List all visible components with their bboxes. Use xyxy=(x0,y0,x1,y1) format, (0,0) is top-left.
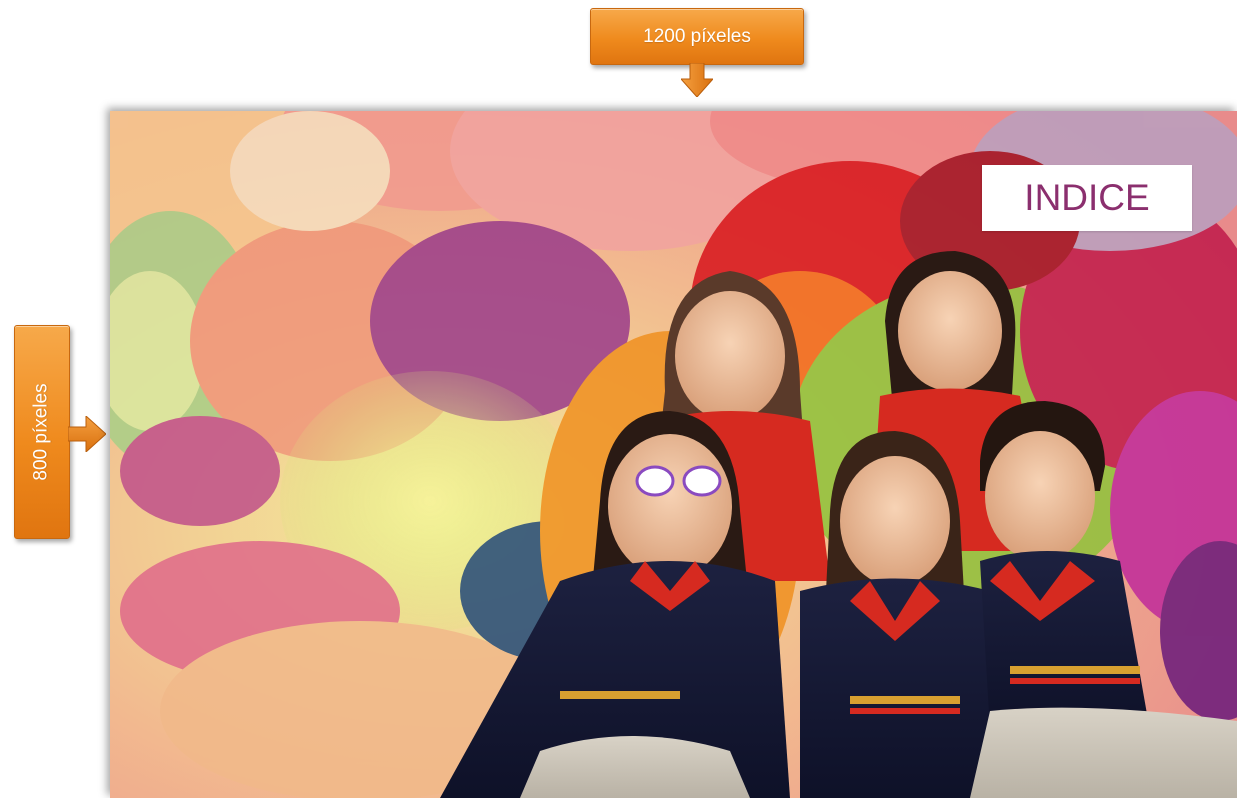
arrow-right-icon xyxy=(68,416,106,452)
width-label: 1200 píxeles xyxy=(643,25,751,47)
width-callout: 1200 píxeles xyxy=(590,8,804,65)
arrow-down-icon xyxy=(681,63,713,97)
stage: 1200 píxeles 800 píxeles INDICE xyxy=(0,0,1237,798)
height-callout: 800 píxeles xyxy=(14,325,70,539)
index-title: INDICE xyxy=(1024,177,1150,218)
index-title-box: INDICE xyxy=(982,165,1192,231)
height-label: 800 píxeles xyxy=(31,383,52,481)
